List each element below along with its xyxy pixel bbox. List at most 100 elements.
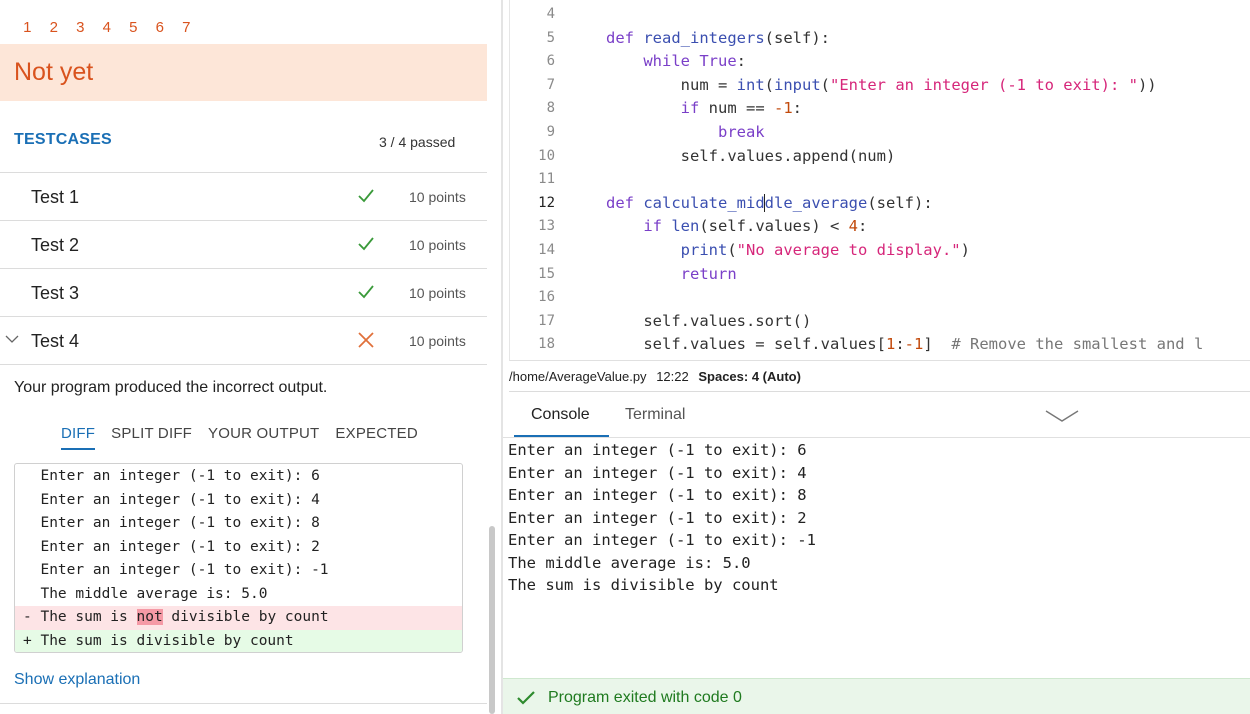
check-icon — [358, 189, 374, 203]
line-number: 13 — [538, 218, 555, 235]
check-icon — [358, 237, 374, 251]
step-6[interactable]: 6 — [147, 16, 174, 44]
code-line[interactable]: 6 while True: — [510, 50, 1250, 74]
code-token: read_integers — [643, 28, 765, 47]
code-text: self.values.sort() — [606, 310, 811, 334]
chevron-down-icon[interactable] — [1044, 408, 1080, 424]
code-line[interactable]: 7 num = int(input("Enter an integer (-1 … — [510, 74, 1250, 98]
console-output[interactable]: Enter an integer (-1 to exit): 6 Enter an… — [508, 439, 1248, 679]
code-token: ( — [727, 241, 737, 259]
code-line[interactable]: 10 self.values.append(num) — [510, 145, 1250, 169]
code-line[interactable]: 17 self.values.sort() — [510, 310, 1250, 334]
chevron-down-icon[interactable] — [4, 331, 20, 347]
code-text: if len(self.values) < 4: — [606, 215, 867, 239]
code-token: print — [680, 241, 728, 259]
step-5[interactable]: 5 — [120, 16, 147, 44]
code-line[interactable]: 12 def calculate_middle_average(self): — [510, 192, 1250, 216]
code-token: break — [717, 123, 765, 141]
code-token: "Enter an integer (-1 to exit): " — [830, 75, 1138, 94]
left-scrollbar[interactable] — [489, 526, 495, 714]
code-editor[interactable]: 4 5 def read_integers(self): 6 while True: 7… — [509, 0, 1250, 361]
code-token: num == — [699, 99, 774, 118]
code-line[interactable]: 9 break — [510, 121, 1250, 145]
code-token: 4 — [848, 217, 858, 236]
show-explanation-link[interactable]: Show explanation — [14, 671, 140, 689]
test-points: 10 points — [409, 237, 466, 253]
exit-status-bar: Program exited with code 0 — [503, 678, 1250, 714]
code-line[interactable]: 13 if len(self.values) < 4: — [510, 215, 1250, 239]
console-line: The middle average is: 5.0 — [508, 553, 751, 572]
test-name: Test 4 — [31, 331, 80, 351]
tab-expected[interactable]: EXPECTED — [335, 424, 417, 444]
code-line[interactable]: 15 return — [510, 263, 1250, 287]
line-number: 16 — [538, 289, 555, 306]
code-token: ( — [820, 75, 831, 94]
code-token: self.values.append(num) — [680, 146, 896, 165]
console-line: Enter an integer (-1 to exit): 2 — [508, 508, 807, 527]
diff-line: Enter an integer (-1 to exit): 2 — [23, 538, 320, 555]
panel-splitter[interactable] — [501, 0, 503, 714]
code-token: ) — [960, 241, 970, 259]
code-token: if — [680, 99, 700, 118]
step-4[interactable]: 4 — [94, 16, 121, 44]
code-text: return — [606, 263, 737, 287]
code-line[interactable]: 8 if num == -1: — [510, 97, 1250, 121]
code-line[interactable]: 14 print("No average to display.") — [510, 239, 1250, 263]
code-token: if — [643, 217, 662, 236]
tab-console[interactable]: Console — [531, 406, 590, 424]
tab-terminal[interactable]: Terminal — [625, 406, 685, 424]
cross-icon — [358, 332, 374, 348]
code-token: self.values = self.values[ — [643, 335, 886, 354]
step-3[interactable]: 3 — [67, 16, 94, 44]
diff-line: Enter an integer (-1 to exit): 4 — [23, 491, 320, 508]
code-line[interactable]: 4 — [510, 3, 1250, 27]
test-row[interactable]: Test 2 10 points — [0, 220, 487, 268]
code-line[interactable]: 11 — [510, 168, 1250, 192]
code-line[interactable]: 5 def read_integers(self): — [510, 27, 1250, 51]
indent-setting[interactable]: Spaces: 4 (Auto) — [698, 369, 801, 384]
code-text: if num == -1: — [606, 97, 802, 121]
step-2[interactable]: 2 — [41, 16, 68, 44]
code-token: def — [606, 193, 634, 212]
code-text: self.values = self.values[1:-1] # Remove… — [606, 333, 1203, 357]
test-row[interactable]: Test 4 10 points — [0, 316, 487, 364]
code-line[interactable]: 18 self.values = self.values[1:-1] # Rem… — [510, 333, 1250, 357]
code-token: int — [736, 75, 765, 94]
divider — [0, 364, 487, 365]
code-token: # Remove the smallest and l — [951, 335, 1204, 354]
code-token: (self): — [764, 28, 830, 47]
code-token: )) — [1137, 75, 1157, 94]
test-name: Test 1 — [31, 187, 80, 207]
test-row[interactable]: Test 1 10 points — [0, 172, 487, 220]
code-text: break — [606, 121, 765, 145]
code-text: while True: — [606, 50, 746, 74]
code-line[interactable]: 16 — [510, 286, 1250, 310]
tab-diff[interactable]: DIFF — [61, 424, 96, 450]
line-number: 14 — [538, 242, 555, 258]
code-token: dle_average — [764, 193, 868, 212]
diff-line: Enter an integer (-1 to exit): -1 — [23, 562, 329, 578]
console-line: Enter an integer (-1 to exit): 6 — [508, 441, 807, 459]
check-icon — [358, 285, 374, 299]
step-7[interactable]: 7 — [173, 16, 200, 47]
code-token: -1 — [773, 99, 793, 118]
line-number: 11 — [538, 171, 555, 188]
code-token: ( — [764, 75, 774, 94]
console-line: Enter an integer (-1 to exit): 4 — [508, 463, 807, 482]
test-row[interactable]: Test 3 10 points — [0, 268, 487, 316]
code-text: def read_integers(self): — [606, 27, 830, 51]
file-path: /home/AverageValue.py — [509, 369, 647, 384]
code-token: ] — [923, 335, 952, 354]
tab-split-diff[interactable]: SPLIT DIFF — [111, 424, 192, 444]
line-number: 8 — [546, 100, 555, 117]
cursor-position: 12:22 — [656, 369, 689, 384]
feedback-message: Your program produced the incorrect outp… — [14, 379, 328, 396]
exit-message: Program exited with code 0 — [548, 689, 742, 706]
step-1[interactable]: 1 — [14, 16, 41, 44]
tab-your-output[interactable]: YOUR OUTPUT — [208, 424, 319, 444]
code-token: : — [895, 335, 905, 354]
left-panel: 1234567 Not yet TESTCASES 3 / 4 passed T… — [0, 0, 487, 714]
